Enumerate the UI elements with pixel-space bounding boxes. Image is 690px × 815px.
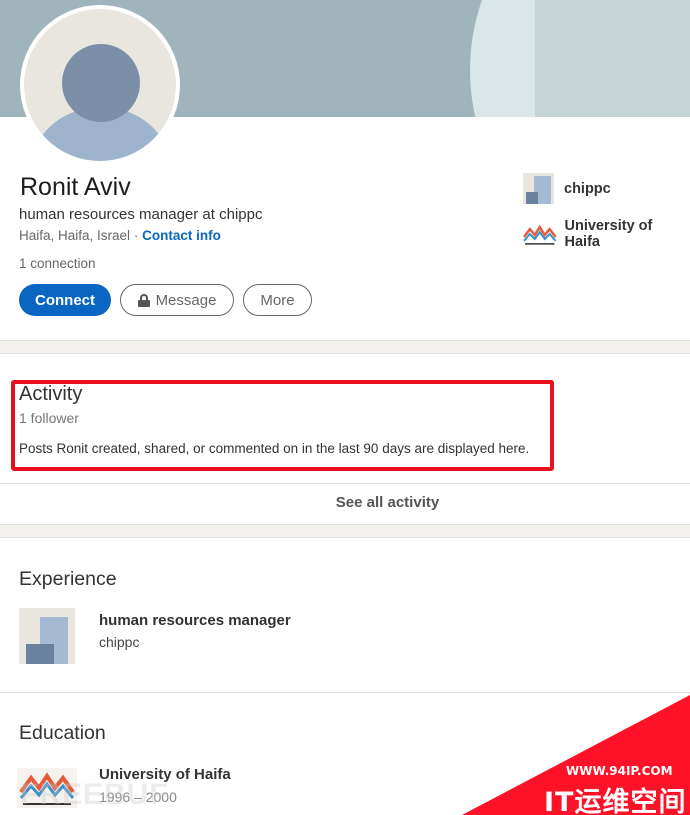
more-button[interactable]: More: [243, 284, 312, 316]
message-button-label: Message: [155, 291, 217, 309]
message-button[interactable]: Message: [120, 284, 234, 316]
experience-company[interactable]: chippc: [99, 634, 139, 650]
see-all-activity-button[interactable]: See all activity: [0, 494, 690, 511]
follower-count[interactable]: 1 follower: [19, 410, 79, 426]
profile-name: Ronit Aviv: [20, 173, 131, 201]
section-gap: [0, 340, 690, 354]
watermark-name: IT运维空间: [544, 787, 687, 815]
profile-location-line: Haifa, Haifa, Israel · Contact info: [19, 228, 221, 243]
activity-title: Activity: [19, 383, 83, 405]
profile-avatar[interactable]: [20, 5, 180, 165]
divider: [0, 692, 690, 693]
experience-company-logo-icon[interactable]: [19, 608, 75, 664]
experience-role: human resources manager: [99, 612, 291, 629]
profile-headline: human resources manager at chippc: [19, 206, 263, 223]
side-school-name: University of Haifa: [564, 218, 653, 250]
divider: [0, 483, 690, 484]
university-logo-icon: [523, 224, 557, 245]
lock-icon: [137, 293, 150, 307]
education-title: Education: [19, 722, 106, 744]
activity-description: Posts Ronit created, shared, or commente…: [19, 441, 530, 456]
experience-title: Experience: [19, 568, 117, 590]
profile-location: Haifa, Haifa, Israel: [19, 228, 131, 243]
side-company-link[interactable]: chippc: [523, 173, 611, 204]
company-logo-icon: [523, 173, 554, 204]
contact-info-link[interactable]: Contact info: [142, 228, 221, 243]
location-separator: ·: [133, 228, 139, 243]
banner-band: [535, 0, 690, 117]
faint-watermark: FREEBUF: [20, 778, 169, 811]
side-school-link[interactable]: University of Haifa: [523, 218, 690, 250]
avatar-head-shape: [62, 44, 140, 122]
connection-count[interactable]: 1 connection: [19, 256, 96, 271]
connect-button[interactable]: Connect: [19, 284, 111, 316]
side-company-name: chippc: [564, 180, 611, 197]
watermark-url: WWW.94IP.COM: [566, 764, 673, 778]
section-gap: [0, 524, 690, 538]
activity-highlight-box: [11, 380, 554, 471]
